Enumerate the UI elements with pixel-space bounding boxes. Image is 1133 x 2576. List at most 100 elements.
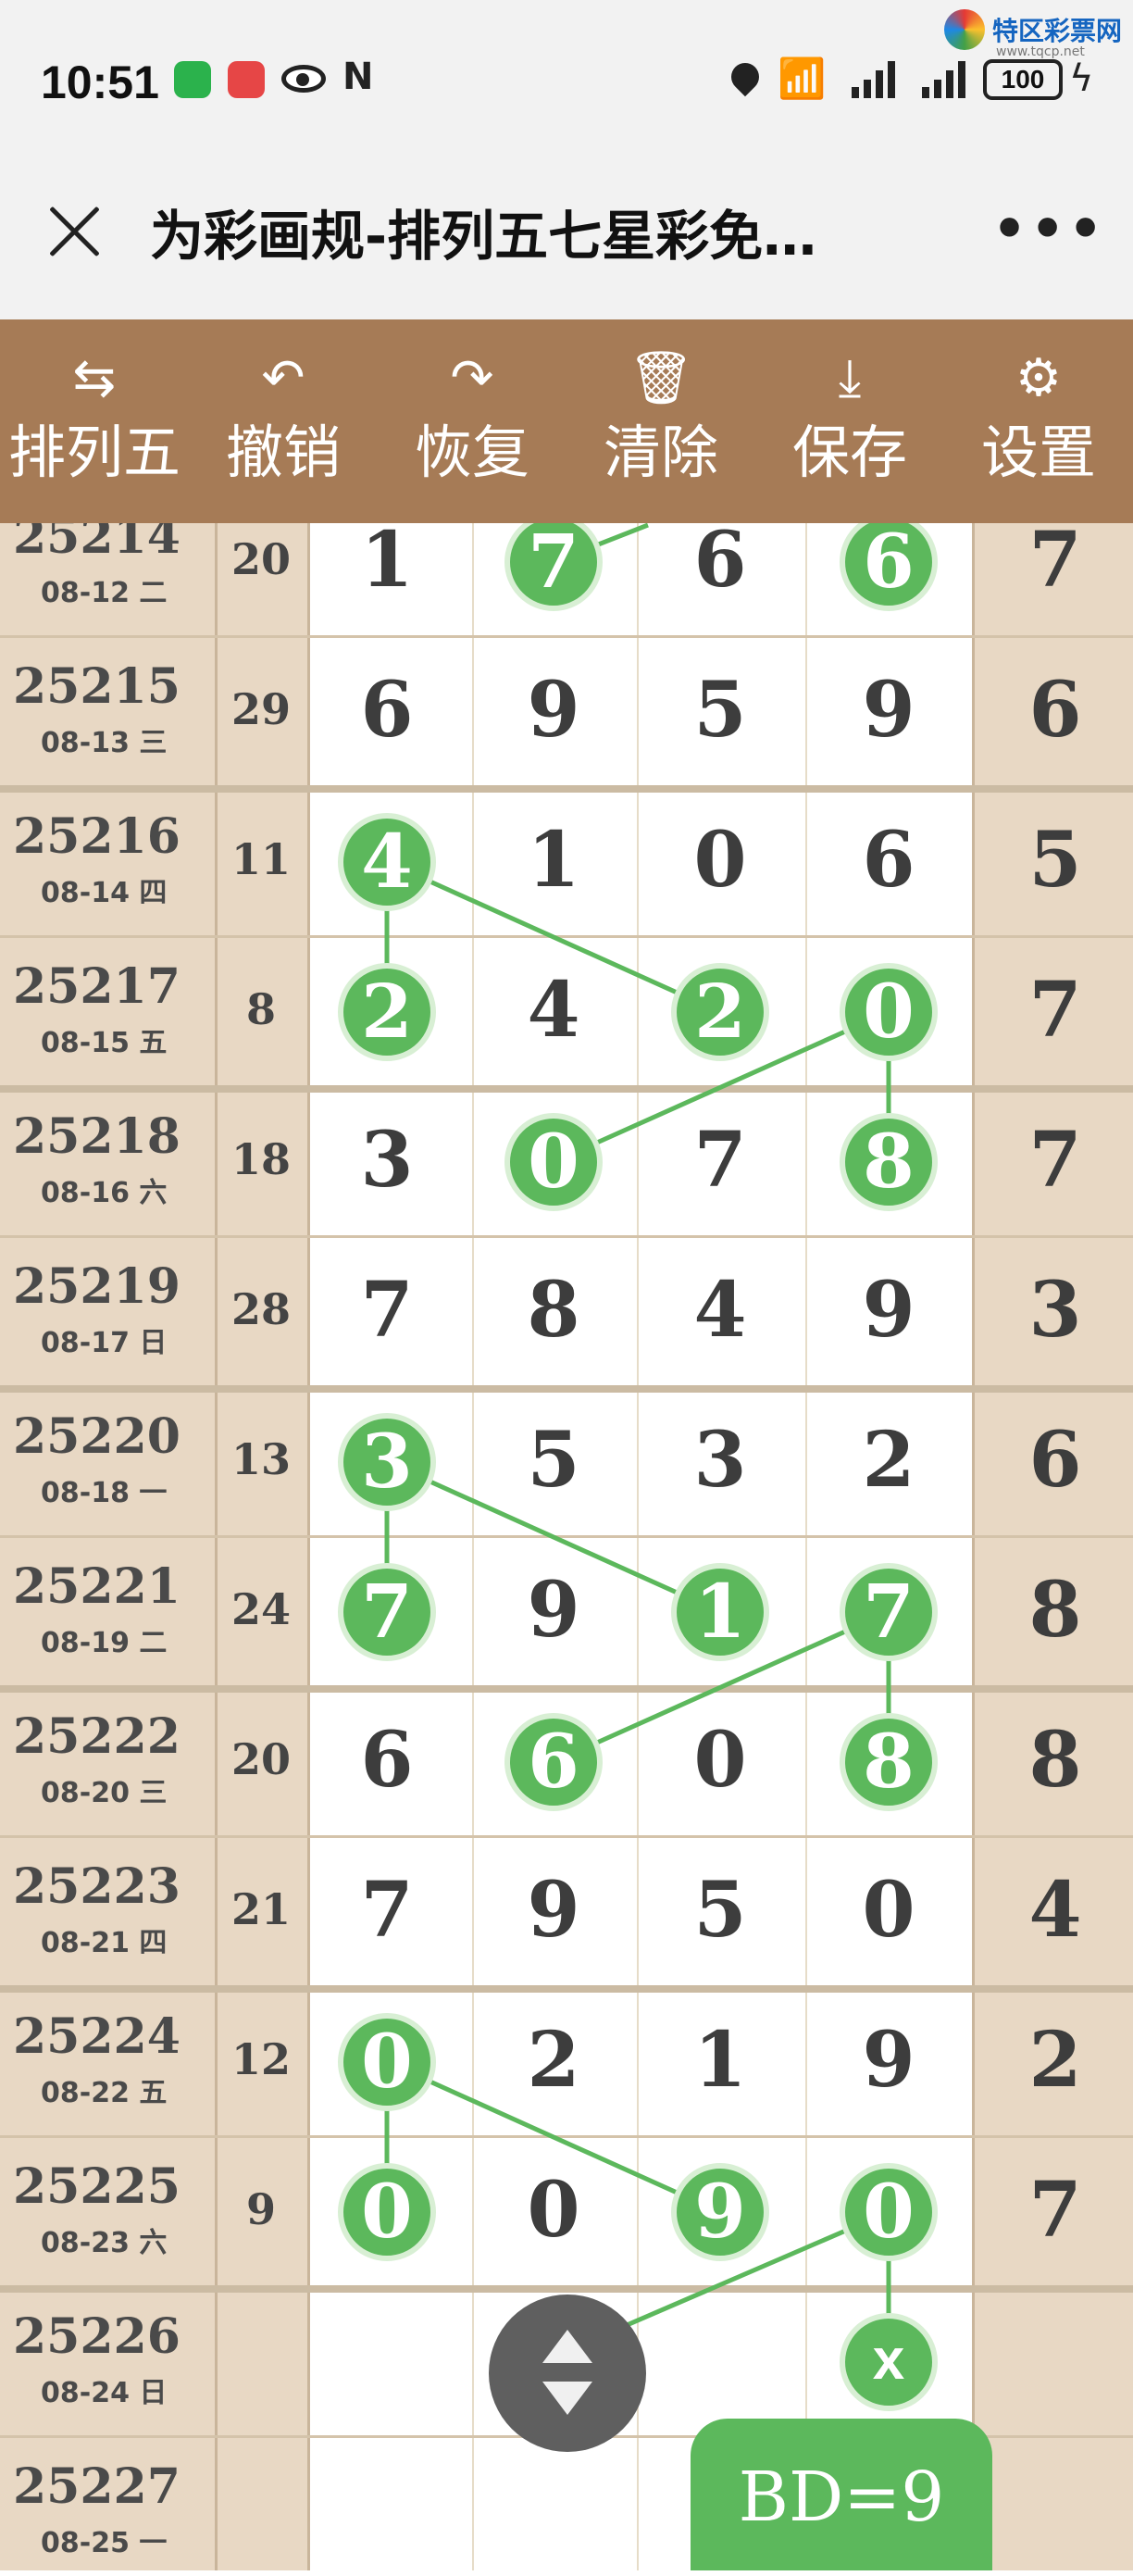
digit-cell[interactable]: 4 (1000, 1866, 1111, 1955)
digit-cell[interactable]: 7 (665, 1116, 776, 1205)
down-arrow-icon (542, 2382, 592, 2415)
period-number: 25214 (13, 523, 181, 565)
digit-cell[interactable]: 9 (833, 666, 944, 755)
bd-badge[interactable]: BD=9 (691, 2419, 992, 2570)
brand-url: www.tqcp.net (996, 44, 1085, 59)
period-number: 25218 (13, 1108, 181, 1165)
digit-cell[interactable]: 7 (331, 1266, 442, 1355)
period-number: 25225 (13, 2158, 181, 2215)
signal-icon (922, 61, 970, 98)
digit-cell[interactable]: 3 (1000, 1266, 1111, 1355)
digit-cell[interactable]: 6 (1000, 666, 1111, 755)
highlighted-digit-ball[interactable]: 3 (338, 1413, 436, 1511)
digit-cell[interactable]: 8 (1000, 1566, 1111, 1655)
close-icon[interactable] (46, 202, 106, 261)
digit-cell[interactable]: 9 (498, 666, 609, 755)
clear-button[interactable]: 🗑 清除 (566, 319, 755, 523)
digit-cell[interactable]: 6 (331, 1716, 442, 1805)
digit-cell[interactable]: 5 (498, 1416, 609, 1505)
digit-cell[interactable]: 0 (665, 1716, 776, 1805)
sum-value: 18 (230, 1134, 291, 1184)
digit-cell[interactable]: 7 (1000, 2166, 1111, 2255)
period-number: 25223 (13, 1858, 181, 1915)
highlighted-digit-ball[interactable]: 0 (840, 963, 938, 1061)
scroll-handle[interactable] (489, 2295, 646, 2452)
highlighted-digit-ball[interactable]: 7 (840, 1563, 938, 1661)
highlighted-digit-ball[interactable]: 2 (338, 963, 436, 1061)
digit-cell[interactable]: 0 (665, 816, 776, 905)
up-arrow-icon (542, 2330, 592, 2363)
highlighted-digit-ball[interactable]: 4 (338, 813, 436, 911)
charging-icon: ϟ (1069, 57, 1094, 100)
digit-cell[interactable]: 2 (498, 2016, 609, 2105)
undo-button[interactable]: ↶ 撤销 (189, 319, 378, 523)
lottery-type-button[interactable]: ⇆ 排列五 (0, 319, 189, 523)
tool-label: 清除 (603, 419, 718, 486)
highlighted-digit-ball[interactable]: 0 (338, 2163, 436, 2261)
draw-chart-grid[interactable]: 25214 08-12 二 20 1 7 6 6 7 25215 08-13 三 29 6 9 5 9 6 25… (0, 523, 1133, 2570)
highlighted-digit-ball[interactable]: 8 (840, 1113, 938, 1211)
digit-cell[interactable]: 5 (1000, 816, 1111, 905)
digit-cell[interactable]: 9 (498, 1566, 609, 1655)
digit-cell[interactable]: 8 (1000, 1716, 1111, 1805)
digit-cell[interactable]: 4 (665, 1266, 776, 1355)
digit-cell[interactable]: 2 (833, 1416, 944, 1505)
digit-cell[interactable]: 9 (833, 2016, 944, 2105)
digit-cell[interactable]: 3 (665, 1416, 776, 1505)
redo-icon: ↷ (450, 348, 494, 408)
digit-cell[interactable]: 7 (1000, 523, 1111, 605)
tool-label: 恢复 (414, 419, 529, 486)
period-date: 08-14 四 (41, 877, 168, 909)
save-button[interactable]: ⤓ 保存 (755, 319, 944, 523)
tool-label: 撤销 (225, 419, 341, 486)
sum-value: 28 (230, 1284, 291, 1334)
period-number: 25216 (13, 808, 181, 865)
redo-button[interactable]: ↷ 恢复 (378, 319, 566, 523)
digit-cell[interactable]: 6 (833, 816, 944, 905)
digit-cell[interactable]: 0 (833, 1866, 944, 1955)
highlighted-digit-ball[interactable]: x (840, 2313, 938, 2411)
highlighted-digit-ball[interactable]: 8 (840, 1713, 938, 1811)
digit-cell[interactable]: 2 (1000, 2016, 1111, 2105)
digit-cell[interactable]: 1 (331, 523, 442, 605)
sum-value: 9 (245, 2184, 276, 2234)
sum-value: 13 (230, 1434, 291, 1484)
period-date: 08-22 五 (41, 2077, 168, 2109)
digit-cell[interactable]: 7 (1000, 1116, 1111, 1205)
digit-cell[interactable]: 8 (498, 1266, 609, 1355)
period-number: 25221 (13, 1558, 181, 1615)
highlighted-digit-ball[interactable]: 6 (504, 1713, 603, 1811)
period-number: 25226 (13, 2308, 181, 2365)
digit-cell[interactable]: 6 (665, 523, 776, 605)
digit-cell[interactable]: 7 (1000, 966, 1111, 1055)
digit-cell[interactable]: 6 (331, 666, 442, 755)
highlighted-digit-ball[interactable]: 0 (504, 1113, 603, 1211)
period-date: 08-18 一 (41, 1477, 168, 1509)
highlighted-digit-ball[interactable]: 1 (671, 1563, 769, 1661)
digit-cell[interactable]: 7 (331, 1866, 442, 1955)
digit-cell[interactable]: 6 (1000, 1416, 1111, 1505)
highlighted-digit-ball[interactable]: 7 (338, 1563, 436, 1661)
digit-cell[interactable]: 9 (833, 1266, 944, 1355)
eye-icon (281, 65, 326, 93)
undo-icon: ↶ (261, 348, 305, 408)
highlighted-digit-ball[interactable]: 0 (338, 2013, 436, 2111)
digit-cell[interactable]: 0 (498, 2166, 609, 2255)
tool-label: 设置 (980, 419, 1096, 486)
highlighted-digit-ball[interactable]: 2 (671, 963, 769, 1061)
digit-cell[interactable]: 5 (665, 1866, 776, 1955)
highlighted-digit-ball[interactable]: 0 (840, 2163, 938, 2261)
digit-cell[interactable]: 1 (665, 2016, 776, 2105)
digit-cell[interactable]: 4 (498, 966, 609, 1055)
period-number: 25227 (13, 2458, 181, 2515)
digit-cell[interactable]: 9 (498, 1866, 609, 1955)
digit-cell[interactable]: 1 (498, 816, 609, 905)
settings-button[interactable]: ⚙ 设置 (944, 319, 1133, 523)
digit-cell[interactable]: 5 (665, 666, 776, 755)
highlighted-digit-ball[interactable]: 9 (671, 2163, 769, 2261)
tool-label: 保存 (791, 419, 907, 486)
more-menu-icon[interactable]: ••• (992, 202, 1106, 256)
digit-cell[interactable]: 3 (331, 1116, 442, 1205)
period-date: 08-21 四 (41, 1927, 168, 1959)
period-date: 08-13 三 (41, 727, 168, 759)
